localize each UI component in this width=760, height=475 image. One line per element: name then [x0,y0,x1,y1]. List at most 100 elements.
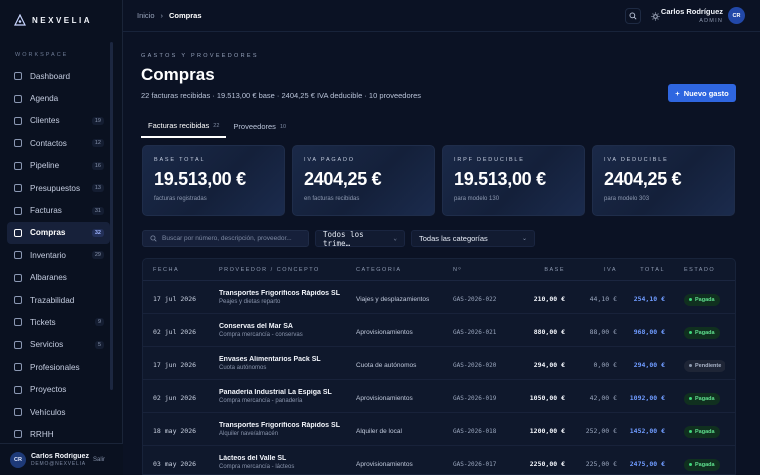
sidebar-item-dashboard[interactable]: Dashboard [7,65,110,87]
breadcrumb-home[interactable]: Inicio [137,11,155,20]
sidebar-item-inventario[interactable]: Inventario 29 [7,244,110,266]
col-estado[interactable]: ESTADO [665,267,725,273]
row-concept: Compra mercancía - conservas [219,331,303,338]
status-badge: Pendiente [684,359,725,372]
table-row[interactable]: 02 jul 2026 Conservas del Mar SA Compra me… [143,314,735,347]
sidebar-item-compras[interactable]: Compras 32 [7,221,110,245]
kpi-label: IVA PAGADO [304,157,355,163]
contacts-icon [14,139,22,148]
row-total: 1092,00 € [629,394,665,402]
col-base[interactable]: BASE [513,267,565,273]
sidebar-item-contactos[interactable]: Contactos 12 [7,132,110,154]
row-number: GAS-2026-019 [453,395,497,402]
search-input[interactable]: Buscar por número, descripción, proveedo… [142,230,309,247]
sidebar-item-trazabilidad[interactable]: Trazabilidad [7,289,110,311]
sidebar-item-label: Inventario [30,250,66,260]
row-total: 1452,00 € [629,427,665,435]
sidebar-item-facturas[interactable]: Facturas 31 [7,199,110,221]
tabs: Facturas recibidas 22 Proveedores 10 [141,121,293,138]
sidebar-item-label: Vehículos [30,407,66,417]
people-icon [14,430,22,439]
truck-icon [14,228,22,237]
sidebar-item-count: 13 [91,184,104,193]
period-select[interactable]: Todos los trime… ⌄ [315,229,405,248]
row-base: 294,00 € [533,361,565,369]
row-category: Aprovisionamientos [356,329,413,336]
sidebar-item-count: 29 [91,251,104,260]
table-row[interactable]: 17 jun 2026 Envases Alimentarios Pack SL C… [143,347,735,380]
bell-icon [14,318,22,327]
kpi-sub: facturas registradas [154,196,207,202]
sidebar-item-vehiculos[interactable]: Vehículos [7,401,110,423]
col-fecha[interactable]: FECHA [143,267,219,273]
page-eyebrow: GASTOS Y PROVEEDORES [141,53,259,59]
new-expense-button[interactable]: + Nuevo gasto [668,84,736,102]
sidebar-item-albaranes[interactable]: Albaranes [7,267,110,289]
sidebar-item-count: 32 [91,228,104,237]
col-categoria[interactable]: CATEGORÍA [356,267,453,273]
row-category: Cuota de autónomos [356,362,417,369]
sidebar-item-label: Servicios [30,340,64,350]
sidebar-item-pipeline[interactable]: Pipeline 16 [7,155,110,177]
row-supplier: Envases Alimentarios Pack SL [219,355,321,363]
sidebar-item-servicios[interactable]: Servicios 5 [7,334,110,356]
search-icon[interactable] [625,8,641,24]
table-row[interactable]: 03 may 2026 Lácteos del Valle SL Compra me… [143,446,735,474]
plus-icon: + [675,88,680,98]
row-category: Alquiler de local [356,428,402,435]
row-category: Viajes y desplazamientos [356,296,430,303]
col-proveedor[interactable]: PROVEEDOR / CONCEPTO [219,267,356,273]
sidebar-scrollbar[interactable] [110,42,113,390]
calendar-icon [14,94,22,103]
sidebar-item-count: 12 [91,139,104,148]
car-icon [14,408,22,417]
sidebar-item-tickets[interactable]: Tickets 9 [7,311,110,333]
status-dot-icon [689,298,692,301]
row-supplier: Transportes Frigoríficos Rápidos SL [219,289,340,297]
status-badge: Pagada [684,326,720,339]
row-base: 1200,00 € [529,427,565,435]
status-badge: Pagada [684,293,720,306]
sidebar-item-profesionales[interactable]: Profesionales [7,356,110,378]
kpi-card-iva-pagado: IVA PAGADO 2404,25 € en facturas recibid… [292,145,435,216]
invoice-icon [14,206,22,215]
col-iva[interactable]: IVA [565,267,617,273]
sidebar-item-agenda[interactable]: Agenda [7,87,110,109]
period-select-value: Todos los trime… [323,229,364,248]
logout-button[interactable]: Salir [93,457,105,463]
box-icon [14,251,22,260]
sidebar-item-label: Dashboard [30,71,71,81]
sidebar-item-label: Presupuestos [30,183,81,193]
delivery-icon [14,273,22,282]
tab-label: Proveedores [233,122,276,131]
sidebar-item-clientes[interactable]: Clientes 19 [7,110,110,132]
tab-facturas-recibidas[interactable]: Facturas recibidas 22 [141,121,227,138]
sidebar-item-presupuestos[interactable]: Presupuestos 13 [7,177,110,199]
breadcrumb: Inicio › Compras [137,11,202,20]
kpi-card-irpf-deducible: IRPF DEDUCIBLE 19.513,00 € para modelo 1… [442,145,585,216]
sidebar-item-proyectos[interactable]: Proyectos [7,378,110,400]
row-number: GAS-2026-021 [453,329,497,336]
table-row[interactable]: 17 jul 2026 Transportes Frigoríficos Rápi… [143,281,735,314]
sidebar-avatar[interactable]: CR [10,451,26,468]
table-row[interactable]: 18 may 2026 Transportes Frigoríficos Rápi… [143,413,735,446]
app-logo[interactable]: NEXVELIA [14,14,92,26]
sidebar-user-name: Carlos Rodríguez [31,452,89,460]
col-numero[interactable]: Nº [453,267,513,273]
category-select[interactable]: Todas las categorías ⌄ [411,230,535,247]
tab-proveedores[interactable]: Proveedores 10 [226,121,293,138]
chevron-down-icon: ⌄ [393,235,397,242]
row-number: GAS-2026-022 [453,296,497,303]
col-total[interactable]: TOTAL [617,267,665,273]
status-dot-icon [689,463,692,466]
row-iva: 0,00 € [593,361,617,369]
table-row[interactable]: 02 jun 2026 Panadería Industrial La Espig… [143,380,735,413]
row-concept: Compra mercancía - lácteos [219,463,295,470]
kpi-sub: para modelo 303 [604,196,650,202]
sidebar-item-label: Tickets [30,317,56,327]
app-name: NEXVELIA [32,15,93,25]
topbar-user[interactable]: Carlos Rodríguez ADMIN [661,7,723,24]
avatar[interactable]: CR [728,7,745,24]
filters: Buscar por número, descripción, proveedo… [142,229,535,248]
kpi-sub: en facturas recibidas [304,196,360,202]
